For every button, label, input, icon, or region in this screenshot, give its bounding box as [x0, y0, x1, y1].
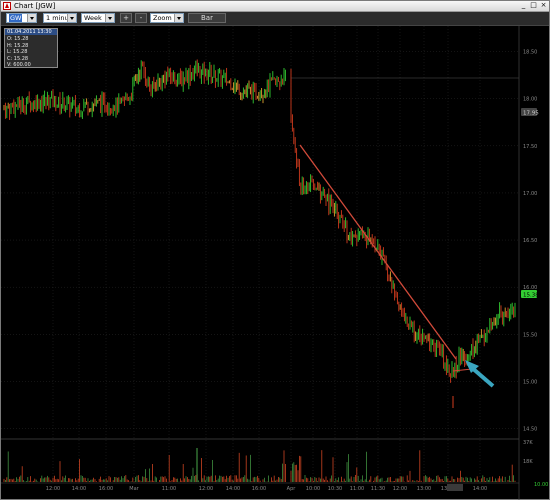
price-axis: 18.5018.0017.5017.0016.5016.0015.5015.00… [523, 50, 537, 433]
time-axis: 12:00 14:00 16:00 Mar 11:00 12:00 14:00 16:00 Ap… [46, 486, 487, 492]
secondary-price-label: 17.95 [523, 111, 539, 117]
zoom-select[interactable]: Zoom [150, 13, 184, 23]
time-tick-label: 10:00 [306, 486, 320, 492]
time-tick-label: Mar [129, 486, 139, 492]
chart-type-button[interactable]: Bar [188, 13, 226, 23]
range-select[interactable]: Week [81, 13, 115, 23]
time-tick-label: 11:00 [162, 486, 176, 492]
chart-toolbar: GW 1 minute Week + - Zoom Bar [1, 12, 549, 26]
interval-select[interactable]: 1 minute [43, 13, 77, 23]
time-highlight [447, 484, 463, 491]
price-tick-label: 15.00 [523, 379, 537, 385]
time-tick-label: Apr [287, 486, 297, 492]
chevron-down-icon[interactable] [27, 14, 36, 22]
app-icon [3, 2, 11, 10]
volume-tick-label: 37K [523, 440, 533, 446]
volume-tick-label: 18K [523, 459, 533, 465]
chart-window: Chart [JGW] _ □ × GW 1 minute Week + - Z… [0, 0, 550, 500]
ohlc-data-box: 01.04.2011 13:30 O: 15.28 H: 15.28 L: 15… [4, 28, 58, 68]
zoom-in-button[interactable]: + [120, 13, 132, 23]
price-tick-label: 17.50 [523, 144, 537, 150]
current-price-label: 15.38 [523, 293, 539, 299]
zoom-value: Zoom [153, 14, 172, 22]
chevron-down-icon[interactable] [174, 14, 183, 22]
chevron-down-icon[interactable] [105, 14, 114, 22]
price-tick-label: 18.50 [523, 50, 537, 56]
time-tick-label: 14:00 [72, 486, 86, 492]
price-chart[interactable]: 18.5018.0017.5017.0016.5016.0015.5015.00… [1, 26, 549, 500]
data-box-date: 01.04.2011 13:30 [5, 29, 57, 35]
symbol-value: GW [9, 14, 23, 22]
time-tick-label: 12:00 [46, 486, 60, 492]
time-tick-label: 11:30 [371, 486, 385, 492]
price-tick-label: 16.50 [523, 238, 537, 244]
price-tick-label: 18.00 [523, 97, 537, 103]
title-bar[interactable]: Chart [JGW] _ □ × [1, 1, 549, 12]
symbol-select[interactable]: GW [6, 13, 37, 23]
time-tick-label: 12:00 [199, 486, 213, 492]
time-tick-label: 13:00 [417, 486, 431, 492]
zoom-out-button[interactable]: - [135, 13, 147, 23]
range-value: Week [84, 14, 102, 22]
price-tick-label: 14.50 [523, 427, 537, 433]
time-tick-label: 16:00 [252, 486, 266, 492]
time-tick-label: 11:00 [350, 486, 364, 492]
time-tick-label: 16:00 [99, 486, 113, 492]
chevron-down-icon[interactable] [67, 14, 76, 22]
window-title: Chart [JGW] [14, 2, 56, 10]
volume-bottom-label: 10.00 [534, 482, 548, 488]
volume-value: V: 600.00 [7, 62, 31, 68]
time-tick-label: 14:00 [226, 486, 240, 492]
minimize-button[interactable]: _ [519, 1, 528, 10]
price-tick-label: 17.00 [523, 191, 537, 197]
price-bars [3, 59, 516, 408]
price-tick-label: 15.50 [523, 332, 537, 338]
close-button[interactable]: × [539, 1, 548, 10]
time-tick-label: 10:30 [328, 486, 342, 492]
time-tick-label: 14:00 [473, 486, 487, 492]
volume-bars [3, 448, 516, 482]
time-tick-label: 12:00 [393, 486, 407, 492]
maximize-button[interactable]: □ [529, 1, 538, 10]
